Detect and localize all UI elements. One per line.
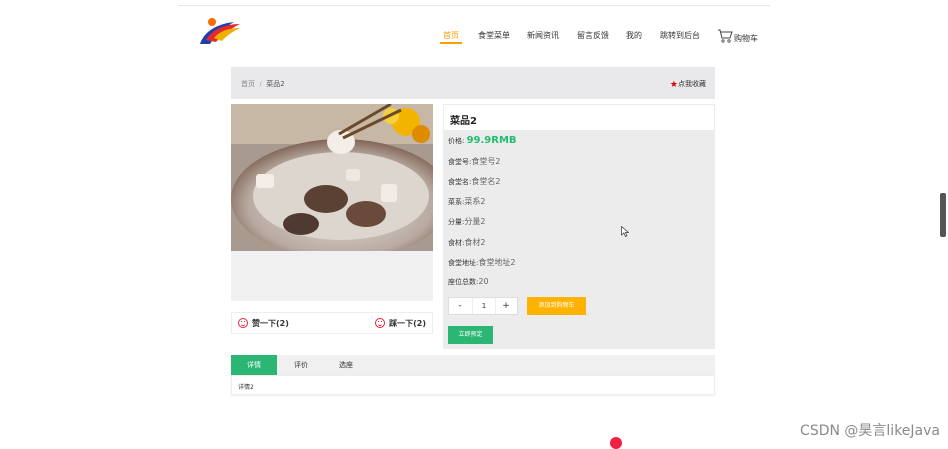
book-now-button[interactable]: 立即预定 [448, 326, 493, 344]
nav-canteen-menu[interactable]: 食堂菜单 [478, 30, 510, 41]
field-value: 食堂名2 [471, 177, 501, 186]
tab-reviews[interactable]: 评价 [281, 355, 321, 375]
frown-icon [375, 318, 386, 328]
field-value: 20 [478, 277, 489, 286]
nav-cart[interactable]: 购物车 [734, 33, 758, 44]
field-label: 食材: [448, 239, 465, 247]
mouse-cursor-icon [621, 226, 629, 237]
cart-icon[interactable] [717, 29, 733, 43]
tab-details[interactable]: 详情 [231, 355, 277, 375]
add-to-cart-button[interactable]: 添加到购物车 [527, 297, 586, 315]
like-button[interactable]: 赞一下(2) [238, 318, 289, 329]
field-row: 食堂地址:食堂地址2 [448, 257, 515, 268]
product-info-panel: 菜品2 价格: 99.9RMB 食堂号:食堂号2 食堂名:食堂名2 菜系:菜系2… [443, 104, 715, 349]
reaction-bar: 赞一下(2) 踩一下(2) [231, 312, 433, 334]
field-label: 食堂号: [448, 158, 472, 166]
breadcrumb-current: 菜品2 [266, 80, 285, 88]
main-nav: 首页 食堂菜单 新闻资讯 留言反馈 我的 跳转到后台 购物车 [0, 30, 948, 50]
price-value: 99.9RMB [466, 135, 517, 146]
product-title-bar: 菜品2 [444, 105, 714, 130]
product-title: 菜品2 [450, 116, 477, 127]
price-row: 价格: 99.9RMB [448, 135, 517, 146]
field-row: 食堂名:食堂名2 [448, 176, 500, 187]
header-divider [178, 5, 770, 6]
quantity-decrease-button[interactable]: - [449, 298, 471, 314]
field-label: 分量: [448, 218, 465, 226]
dislike-label: 踩一下(2) [389, 319, 426, 328]
nav-feedback[interactable]: 留言反馈 [577, 30, 609, 41]
tab-seat-selection[interactable]: 选座 [326, 355, 366, 375]
quantity-input[interactable]: 1 [472, 298, 496, 314]
field-row: 座位总数:20 [448, 277, 489, 287]
field-row: 食堂号:食堂号2 [448, 156, 500, 167]
page-scrollbar[interactable] [940, 193, 946, 237]
breadcrumb-home[interactable]: 首页 [241, 80, 255, 88]
nav-home[interactable]: 首页 [443, 30, 459, 41]
nav-admin[interactable]: 跳转到后台 [660, 30, 700, 41]
field-label: 食堂名: [448, 178, 472, 186]
nav-news[interactable]: 新闻资讯 [527, 30, 559, 41]
field-value: 食堂号2 [471, 157, 501, 166]
field-value: 菜系2 [464, 197, 486, 206]
breadcrumb: 首页 / 菜品2 [241, 79, 285, 89]
dislike-button[interactable]: 踩一下(2) [375, 318, 426, 329]
nav-active-underline [440, 42, 462, 44]
quantity-stepper: - 1 + [448, 297, 518, 315]
field-value: 食堂地址2 [478, 258, 516, 267]
detail-tabs: 详情 评价 选座 [231, 355, 715, 375]
product-image-panel [231, 104, 433, 301]
field-label: 菜系: [448, 198, 465, 206]
breadcrumb-separator: / [259, 80, 262, 88]
price-label: 价格: [448, 137, 465, 145]
tab-content-panel: 详情2 [231, 375, 715, 395]
field-row: 菜系:菜系2 [448, 196, 485, 207]
watermark: CSDN @昊言likeJava [800, 423, 940, 439]
nav-mine[interactable]: 我的 [626, 30, 642, 41]
product-photo [231, 104, 433, 251]
field-label: 食堂地址: [448, 259, 479, 267]
field-label: 座位总数: [448, 278, 479, 286]
breadcrumb-bar: 首页 / 菜品2 ★点我收藏 [231, 67, 715, 99]
field-row: 食材:食材2 [448, 237, 485, 248]
favorite-button[interactable]: ★点我收藏 [669, 79, 706, 90]
like-label: 赞一下(2) [252, 319, 289, 328]
quantity-increase-button[interactable]: + [495, 298, 517, 314]
floating-indicator-icon [610, 437, 622, 449]
tab-content-text: 详情2 [238, 384, 254, 391]
favorite-label: 点我收藏 [678, 80, 706, 88]
field-value: 分量2 [464, 217, 486, 226]
smile-icon [238, 318, 248, 328]
field-value: 食材2 [464, 238, 486, 247]
field-row: 分量:分量2 [448, 216, 485, 227]
star-icon: ★ [669, 80, 678, 90]
